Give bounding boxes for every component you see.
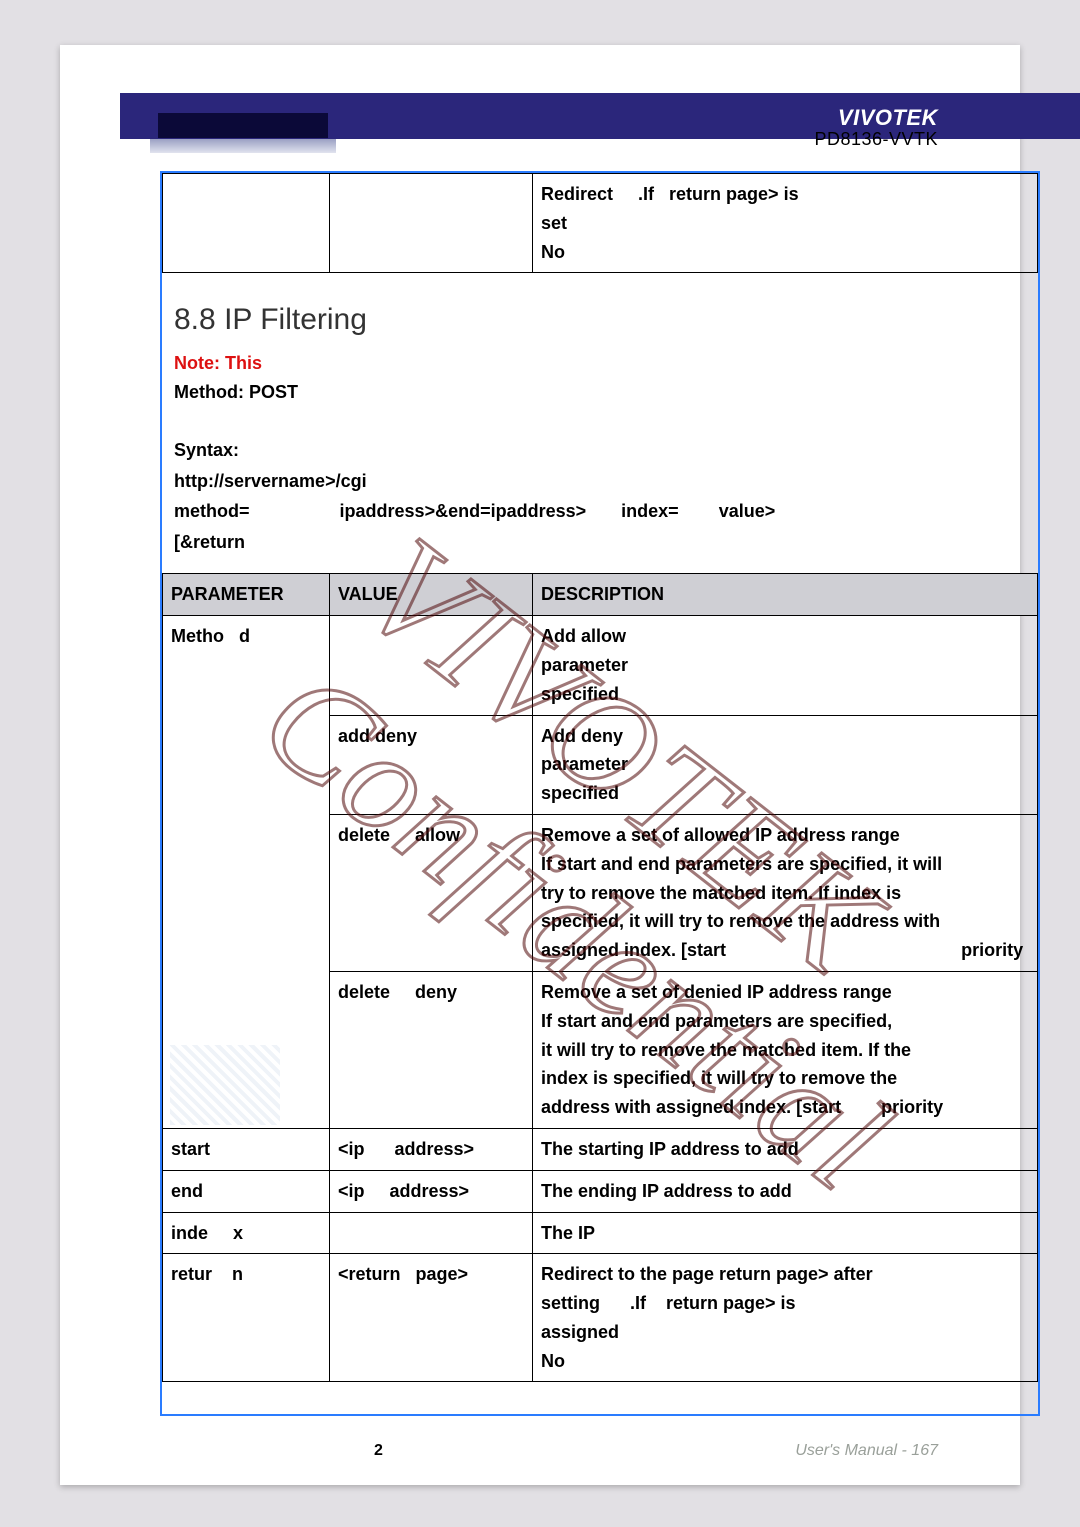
table-cell: start	[163, 1128, 330, 1170]
method-line: Method: POST	[174, 378, 1038, 407]
table-text: No	[541, 242, 565, 262]
table-cell: Metho d	[163, 616, 330, 1129]
syntax-line: method= ipaddress>&end=ipaddress> index=…	[174, 496, 1038, 527]
table-cell	[163, 174, 330, 273]
table-header: VALUE	[330, 574, 533, 616]
table-cell: <ip address>	[330, 1128, 533, 1170]
model-text: PD8136-VVTK	[814, 129, 938, 150]
method-label: Method: POST	[174, 382, 298, 402]
footer-right-label: User's Manual -	[795, 1442, 907, 1459]
table-cell: Remove a set of allowed IP address range…	[533, 814, 1038, 971]
section-number: 8.8	[174, 303, 216, 336]
table-cell: The IP	[533, 1212, 1038, 1254]
table-cell: Add deny parameter specified	[533, 715, 1038, 814]
table-cell: add deny	[330, 715, 533, 814]
syntax-heading: Syntax:	[174, 435, 1038, 466]
content-frame: Redirect .If return page> is set No 8.8 …	[160, 171, 1040, 1416]
table-text: Redirect .If return page> is	[541, 184, 799, 204]
footer-right-page: 167	[911, 1442, 938, 1459]
table-cell: inde x	[163, 1212, 330, 1254]
main-table: PARAMETER VALUE DESCRIPTION Metho d Add …	[162, 573, 1038, 1382]
table-cell: delete deny	[330, 971, 533, 1128]
page: VIVOTEK PD8136-VVTK Redirect .If return …	[60, 45, 1020, 1485]
table-cell: <return page>	[330, 1254, 533, 1382]
header-block	[158, 113, 328, 138]
brand-text: VIVOTEK	[838, 105, 938, 131]
note-label: Note: This	[174, 353, 262, 373]
table-cell: <ip address>	[330, 1170, 533, 1212]
syntax-line: http://servername>/cgi	[174, 466, 1038, 497]
table-text: set	[541, 213, 567, 233]
table-cell	[330, 616, 533, 715]
footer-left-page: 2	[374, 1442, 383, 1460]
table-cell: retur n	[163, 1254, 330, 1382]
table-cell: Remove a set of denied IP address range …	[533, 971, 1038, 1128]
table-cell	[330, 1212, 533, 1254]
table-cell: Redirect .If return page> is set No	[533, 174, 1038, 273]
table-cell: delete allow	[330, 814, 533, 971]
table-cell: end	[163, 1170, 330, 1212]
note-line: Note: This	[174, 349, 1038, 378]
header-grad	[150, 139, 336, 153]
table-cell: Redirect to the page return page> after …	[533, 1254, 1038, 1382]
table-header: DESCRIPTION	[533, 574, 1038, 616]
table-cell	[330, 174, 533, 273]
section-heading: 8.8 IP Filtering	[174, 303, 1038, 337]
section-title: IP Filtering	[224, 303, 367, 336]
table-cell: The ending IP address to add	[533, 1170, 1038, 1212]
table-header: PARAMETER	[163, 574, 330, 616]
footer-right: User's Manual - 167	[795, 1442, 938, 1460]
table-cell: The starting IP address to add	[533, 1128, 1038, 1170]
top-table: Redirect .If return page> is set No	[162, 173, 1038, 273]
table-cell: Add allow parameter specified	[533, 616, 1038, 715]
syntax-line: [&return	[174, 527, 1038, 558]
syntax-block: Syntax: http://servername>/cgi method= i…	[174, 435, 1038, 557]
